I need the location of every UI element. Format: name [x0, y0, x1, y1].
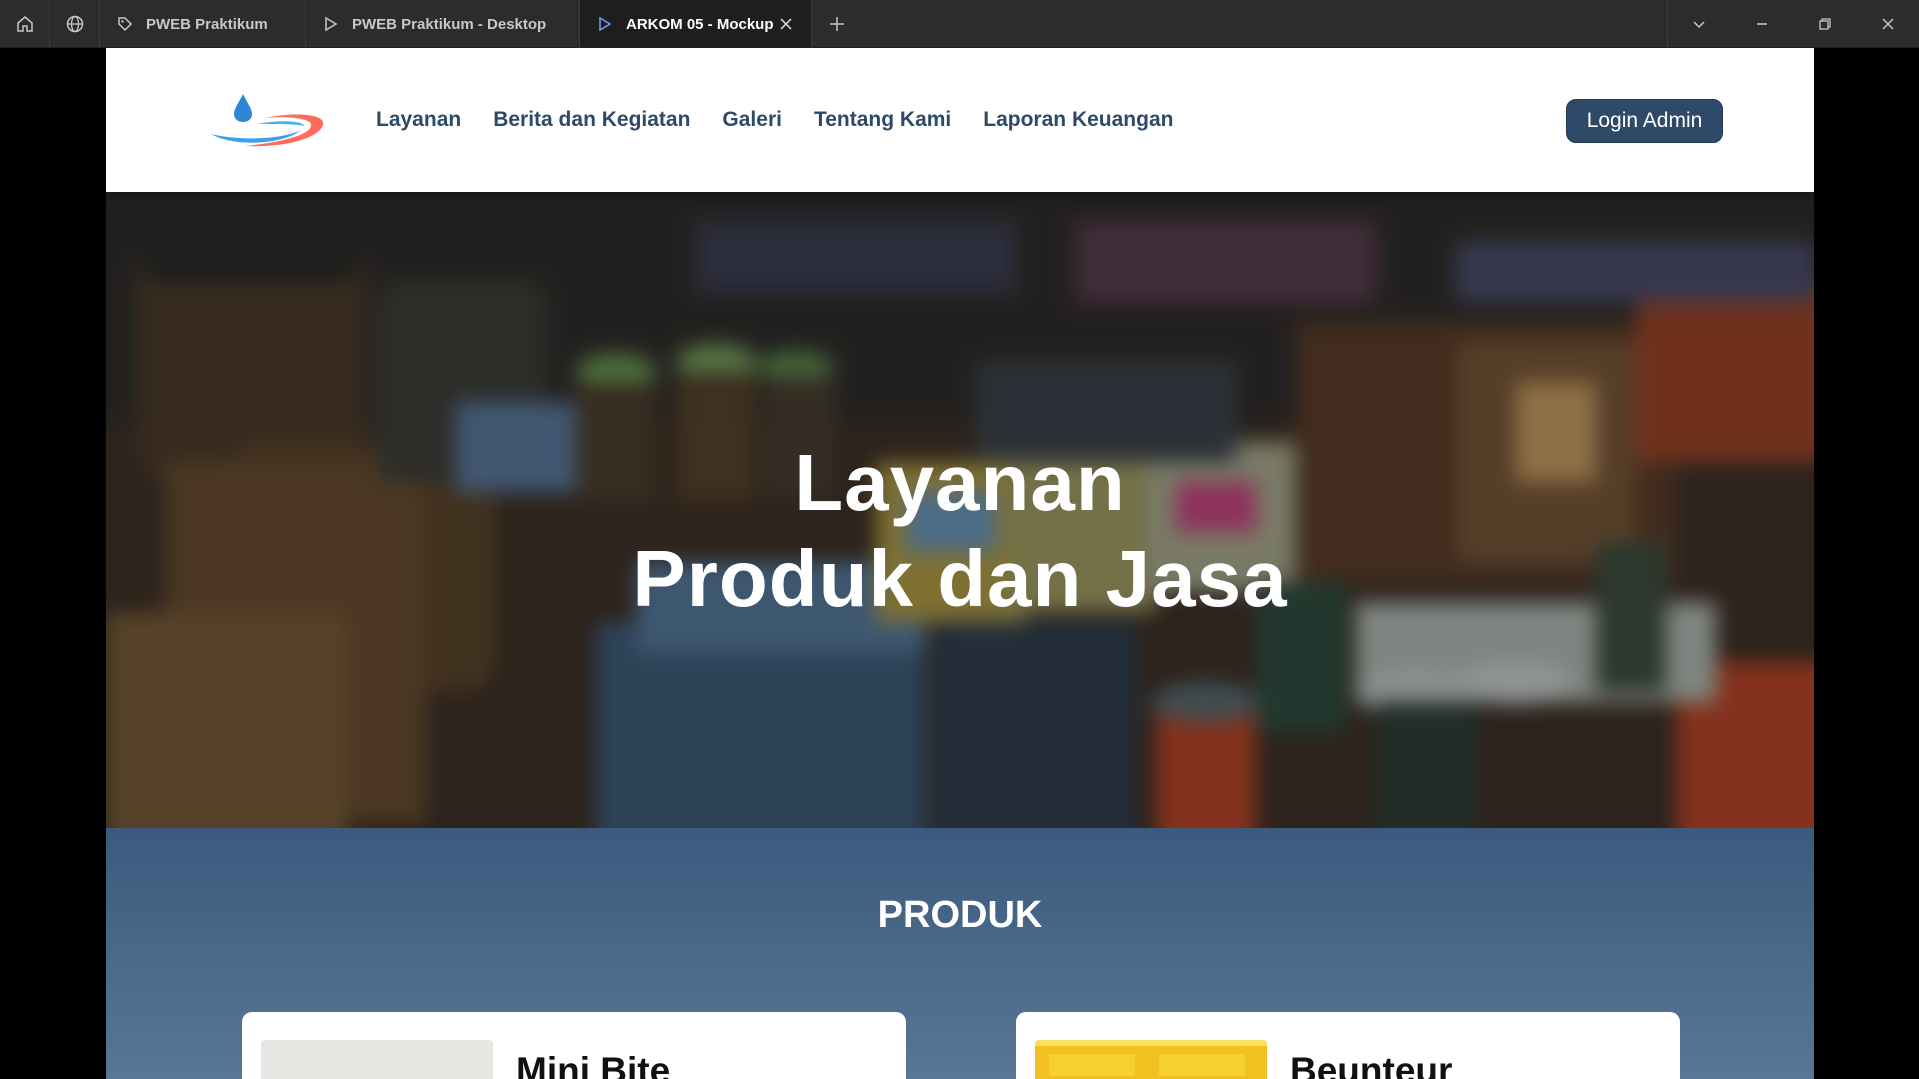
minimize-button[interactable]: [1730, 0, 1793, 48]
product-image: [261, 1040, 493, 1079]
product-card[interactable]: Beunteur: [1016, 1012, 1680, 1079]
product-card[interactable]: Mini Bite: [242, 1012, 906, 1079]
tab-label: PWEB Praktikum: [146, 15, 268, 33]
close-icon: [780, 18, 792, 30]
browser-titlebar: PWEB Praktikum PWEB Praktikum - Desktop …: [0, 0, 1919, 48]
mockup-frame: Layanan Berita dan Kegiatan Galeri Tenta…: [106, 48, 1814, 1079]
tab-label: PWEB Praktikum - Desktop: [352, 15, 547, 33]
produk-section: PRODUK Mini Bite Beunteur: [106, 828, 1814, 1079]
product-name: Beunteur: [1290, 1050, 1453, 1079]
restore-icon: [1818, 18, 1831, 30]
home-button[interactable]: [0, 0, 50, 48]
tab-arkom-05-mockup[interactable]: ARKOM 05 - Mockup: [580, 0, 812, 48]
product-image: [1035, 1040, 1267, 1079]
section-title: PRODUK: [877, 894, 1043, 936]
water-drop-logo[interactable]: [205, 90, 329, 156]
product-name: Mini Bite: [516, 1050, 671, 1079]
tab-pweb-praktikum-desktop[interactable]: PWEB Praktikum - Desktop: [306, 0, 580, 48]
hero-title-line2: Produk dan Jasa: [632, 534, 1288, 623]
hero-banner: Layanan Produk dan Jasa: [106, 192, 1814, 830]
tag-icon: [116, 15, 134, 33]
new-tab-button[interactable]: [812, 0, 862, 48]
close-window-button[interactable]: [1856, 0, 1919, 48]
chevron-down-icon: [1693, 21, 1705, 29]
close-tab-button[interactable]: [777, 15, 795, 33]
tab-pweb-praktikum[interactable]: PWEB Praktikum: [100, 0, 306, 48]
main-nav: Layanan Berita dan Kegiatan Galeri Tenta…: [376, 48, 1173, 192]
plus-icon: [830, 17, 844, 31]
home-icon: [16, 16, 33, 32]
restore-button[interactable]: [1793, 0, 1856, 48]
play-icon: [596, 15, 614, 33]
globe-icon: [66, 15, 83, 33]
nav-link-galeri[interactable]: Galeri: [722, 108, 782, 132]
nav-link-tentang-kami[interactable]: Tentang Kami: [814, 108, 951, 132]
hero-title: Layanan Produk dan Jasa: [106, 435, 1814, 627]
globe-button[interactable]: [50, 0, 100, 48]
window-controls: [1667, 0, 1919, 48]
site-navbar: Layanan Berita dan Kegiatan Galeri Tenta…: [106, 48, 1814, 192]
nav-link-layanan[interactable]: Layanan: [376, 108, 461, 132]
hero-title-line1: Layanan: [794, 438, 1126, 527]
nav-link-laporan-keuangan[interactable]: Laporan Keuangan: [983, 108, 1173, 132]
tab-list-button[interactable]: [1667, 0, 1730, 48]
tab-label: ARKOM 05 - Mockup: [626, 15, 774, 33]
close-icon: [1881, 18, 1894, 30]
nav-link-berita-dan-kegiatan[interactable]: Berita dan Kegiatan: [493, 108, 690, 132]
minimize-icon: [1756, 23, 1767, 25]
play-icon: [322, 15, 340, 33]
login-admin-button[interactable]: Login Admin: [1566, 99, 1723, 143]
